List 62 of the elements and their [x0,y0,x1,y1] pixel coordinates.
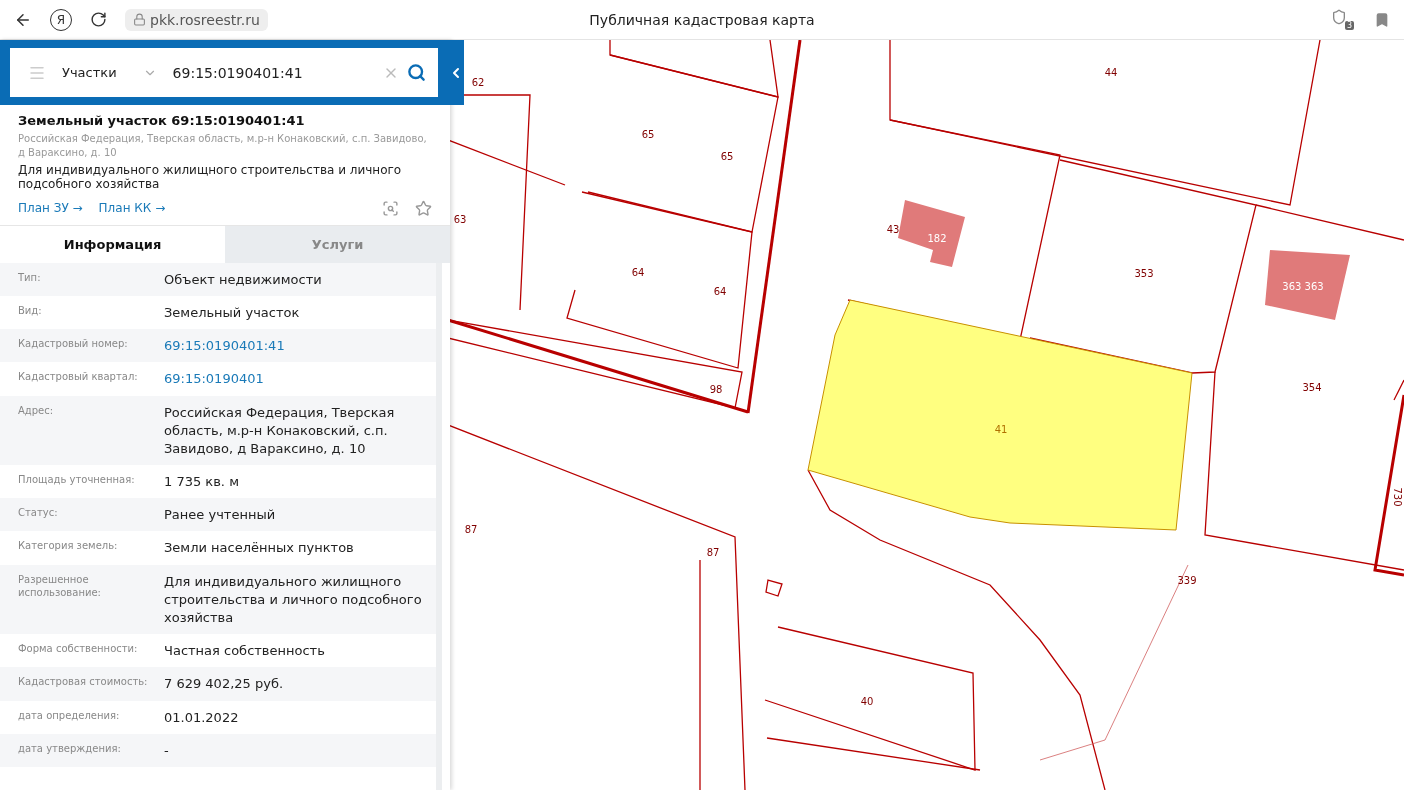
parcel-number: 87 [464,524,478,535]
category-select[interactable]: Участки [62,65,117,80]
field-label: Тип: [18,270,42,285]
star-icon[interactable] [415,199,432,217]
parcel-number: 339 [1177,575,1197,586]
field-label: Разрешенное использование: [18,572,102,601]
parcel-number: 354 [1302,382,1322,393]
field-label: Статус: [18,506,59,521]
parcel-number: 363 363 [1282,281,1324,292]
field-label: Кадастровая стоимость: [18,675,149,690]
field-label: дата определения: [18,708,121,723]
field-label: Кадастровый номер: [18,337,129,352]
parcel-purpose: Для индивидуального жилищного строительства и личного подсобного хозяйства [18,163,403,192]
field-value: Земельный участок [164,303,301,322]
field-value: 7 629 402,25 руб. [164,675,285,694]
field-value: Российская Федерация, Тверская область, м.р-н Конаковский, с.п. Завидово, д Вараксино, д. 10 [164,403,396,458]
plan-link[interactable]: План ЗУ → [18,201,83,216]
field-label: Форма собственности: [18,642,139,657]
field-label: Площадь уточненная: [18,473,136,488]
parcel-number: 43 [886,224,900,235]
field-label: Категория земель: [18,539,119,554]
parcel-number: 62 [471,77,485,88]
parcel-number: 63 [453,214,467,225]
field-label: Кадастровый квартал: [18,370,139,385]
parcel-number: 41 [994,424,1008,435]
map[interactable]: 62 44 65 65 63 43 182 353 363 363 64 64 98 354 41 87 87 730 339 40 [450,40,1404,790]
parcel-number: 98 [709,384,723,395]
parcel-number: 40 [860,696,874,707]
lock-icon [133,13,146,26]
parcel-number: 182 [927,233,947,244]
field-label: дата утверждения: [18,741,122,756]
parcel-title: Земельный участок 69:15:0190401:41 [18,113,306,128]
field-label: Вид: [18,303,43,318]
parcel-number: 730 [1392,487,1403,507]
field-value: Ранее учтенный [164,506,277,525]
building[interactable] [898,200,965,267]
field-value: 01.01.2022 [164,708,240,727]
field-link[interactable]: 69:15:0190401:41 [164,337,436,356]
parcel-number: 65 [641,129,655,140]
building[interactable] [1265,250,1350,320]
plan-link[interactable]: План КК → [98,201,166,216]
search-icon[interactable] [407,63,426,82]
parcel-number: 44 [1104,67,1118,78]
field-value: Для индивидуального жилищного строительства и личного подсобного хозяйства [164,572,423,628]
bookmark-icon[interactable] [1374,11,1390,28]
parcel-number: 64 [713,286,727,297]
scan-search-icon[interactable] [382,199,399,217]
parcel-number: 353 [1134,268,1154,279]
parcel-number: 87 [706,547,720,558]
field-value: 1 735 кв. м [164,473,240,492]
field-link[interactable]: 69:15:0190401 [164,370,436,389]
address-bar[interactable]: pkk.rosreestr.ru [125,8,268,31]
parcel-number: 64 [631,267,645,278]
field-value: - [164,741,170,760]
field-value: Частная собственность [164,642,326,661]
parcel-number: 65 [720,151,734,162]
reload-icon[interactable] [90,11,107,28]
field-value: Объект недвижимости [164,270,323,289]
parcel-address: Российская Федерация, Тверская область, м.р-н Конаковский, с.п. Завидово, д Вараксино, д. 10 [18,132,428,159]
field-value: Земли населённых пунктов [164,539,355,558]
page-title: Публичная кадастровая карта [589,11,815,28]
field-label: Адрес: [18,403,55,418]
